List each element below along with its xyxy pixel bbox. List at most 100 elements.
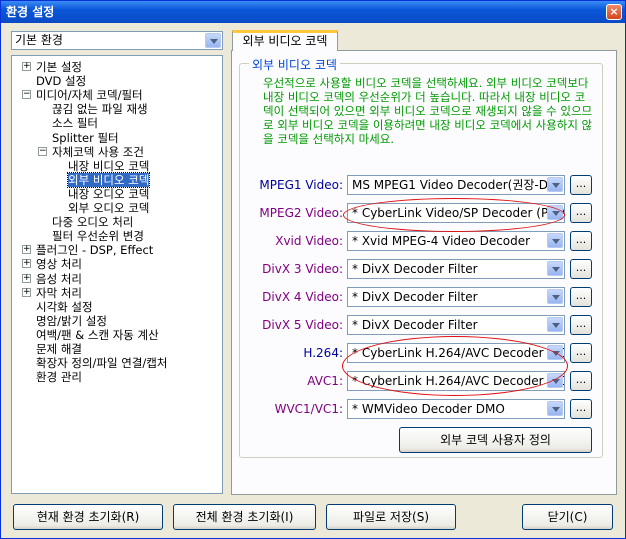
codec-browse-button[interactable]: ... (570, 203, 592, 223)
tree-item-label: Splitter 필터 (52, 130, 119, 145)
codec-browse-button[interactable]: ... (570, 175, 592, 195)
tree-item[interactable]: + 자막 처리 (22, 285, 82, 300)
tree-item-label: 자막 처리 (36, 285, 82, 300)
codec-browse-button[interactable]: ... (570, 259, 592, 279)
tree-item-label: 끊김 없는 파일 재생 (52, 102, 148, 117)
codec-select[interactable]: * Xvid MPEG-4 Video Decoder (347, 231, 565, 251)
codec-select-value: * WMVideo Decoder DMO (352, 402, 505, 416)
tree-item-label: 시각화 설정 (36, 299, 93, 314)
tree-item[interactable]: Splitter 필터 (52, 131, 119, 145)
tree-item-label: 음성 처리 (36, 271, 82, 286)
expand-icon[interactable]: + (22, 62, 31, 71)
codec-select-value: * Xvid MPEG-4 Video Decoder (352, 234, 531, 248)
red-highlight-ellipse (342, 336, 568, 396)
collapse-icon[interactable]: − (38, 146, 47, 156)
reset-all-button[interactable]: 전체 환경 초기화(I) (173, 504, 316, 530)
codec-label: DivX 5 Video: (262, 318, 343, 332)
title-bar: 환경 설정 × (1, 1, 625, 23)
codec-browse-button[interactable]: ... (570, 371, 592, 391)
codec-select-value: * DivX Decoder Filter (352, 290, 478, 304)
codec-select-value: * DivX Decoder Filter (352, 262, 478, 276)
tree-item-label: 미디어/자체 코덱/필터 (36, 88, 143, 103)
codec-label: MPEG1 Video: (259, 178, 343, 192)
tree-item-label: 외부 오디오 코덱 (68, 201, 150, 215)
tree-item[interactable]: 필터 우선순위 변경 (52, 229, 144, 243)
chevron-down-icon[interactable] (547, 261, 563, 276)
tree-item[interactable]: 시각화 설정 (36, 300, 93, 314)
tree-item[interactable]: + 플러그인 - DSP, Effect (22, 243, 154, 258)
tree-item[interactable]: + 음성 처리 (22, 271, 82, 286)
tree-item-label: DVD 설정 (36, 74, 87, 89)
category-combo-value: 기본 환경 (15, 33, 63, 47)
tree-item-label: 플러그인 - DSP, Effect (36, 243, 154, 258)
codec-browse-button[interactable]: ... (570, 343, 592, 363)
tree-item[interactable]: − 자체코덱 사용 조건 (38, 144, 144, 159)
tree-item-label: 소스 필터 (52, 116, 98, 131)
tree-item[interactable]: 내장 오디오 코덱 (68, 187, 149, 201)
tree-item-label: 여백/팬 & 스캔 자동 계산 (36, 327, 159, 342)
tree-item[interactable]: 다중 오디오 처리 (52, 215, 133, 229)
chevron-down-icon[interactable] (547, 401, 563, 416)
codec-label: Xvid Video: (275, 234, 343, 248)
tree-item[interactable]: − 미디어/자체 코덱/필터 (22, 88, 143, 103)
close-button[interactable]: 닫기(C) (522, 504, 613, 530)
chevron-down-icon[interactable] (547, 317, 563, 332)
expand-icon[interactable]: + (22, 287, 31, 297)
codec-label: DivX 3 Video: (262, 262, 343, 276)
tree-item[interactable]: DVD 설정 (36, 74, 86, 88)
collapse-icon[interactable]: − (22, 90, 31, 100)
codec-browse-button[interactable]: ... (570, 287, 592, 307)
expand-icon[interactable]: + (22, 273, 31, 283)
tree-item[interactable]: 외부 비디오 코덱 (66, 171, 151, 188)
tree-item-label: 외부 비디오 코덱 (66, 171, 151, 188)
codec-select[interactable]: * DivX Decoder Filter (347, 287, 565, 307)
tree-item-label: 자체코덱 사용 조건 (52, 144, 144, 159)
chevron-down-icon[interactable] (547, 177, 563, 192)
expand-icon[interactable]: + (22, 245, 31, 255)
codec-select-value: MS MPEG1 Video Decoder(권장-DirectShow) (352, 178, 564, 192)
chevron-down-icon[interactable] (205, 33, 221, 48)
chevron-down-icon[interactable] (547, 233, 563, 248)
codec-label: AVC1: (307, 374, 343, 388)
save-to-file-button[interactable]: 파일로 저장(S) (326, 504, 456, 530)
window-title: 환경 설정 (6, 5, 55, 19)
tree-item[interactable]: 끊김 없는 파일 재생 (52, 102, 148, 116)
expand-icon[interactable]: + (22, 259, 31, 269)
codec-select[interactable]: * WMVideo Decoder DMO (347, 399, 565, 419)
codec-select[interactable]: * DivX Decoder Filter (347, 315, 565, 335)
tree-item[interactable]: 확장자 정의/파일 연결/캡처 (36, 356, 167, 370)
settings-window: 환경 설정 × 기본 환경 + 기본 설정 DVD 설정 − 미디어/자체 코덱/필터 끊… (0, 0, 626, 539)
tree-item-label: 명암/밝기 설정 (36, 313, 108, 328)
tree-item[interactable]: + 기본 설정 (22, 60, 82, 74)
codec-label: MPEG2 Video: (259, 206, 343, 220)
tree-item[interactable]: 문제 해결 (36, 342, 82, 356)
codec-browse-button[interactable]: ... (570, 315, 592, 335)
tree-item[interactable]: 내장 비디오 코덱 (68, 159, 149, 173)
tree-item-label: 영상 처리 (36, 257, 82, 272)
codec-label: WVC1/VC1: (274, 402, 343, 416)
tree-item-label: 환경 관리 (36, 370, 82, 385)
tree-item-label: 다중 오디오 처리 (52, 215, 134, 230)
chevron-down-icon[interactable] (547, 289, 563, 304)
tree-item[interactable]: 명암/밝기 설정 (36, 314, 107, 328)
codec-browse-button[interactable]: ... (570, 399, 592, 419)
tree-item[interactable]: 여백/팬 & 스캔 자동 계산 (36, 328, 159, 342)
tree-item[interactable]: + 영상 처리 (22, 257, 82, 272)
group-description: 우선적으로 사용할 비디오 코덱을 선택하세요. 외부 비디오 코덱보다 내장 … (263, 76, 593, 146)
reset-current-button[interactable]: 현재 환경 초기화(R) (13, 504, 163, 530)
settings-tree[interactable]: + 기본 설정 DVD 설정 − 미디어/자체 코덱/필터 끊김 없는 파일 재생 소스 필… (11, 55, 223, 494)
codec-select-value: * DivX Decoder Filter (352, 318, 478, 332)
tree-item-label: 확장자 정의/파일 연결/캡처 (36, 356, 168, 371)
tree-item[interactable]: 환경 관리 (36, 370, 82, 384)
codec-browse-button[interactable]: ... (570, 231, 592, 251)
user-defined-codec-button[interactable]: 외부 코덱 사용자 정의 (399, 427, 592, 453)
close-icon[interactable]: × (606, 4, 622, 20)
tree-item[interactable]: 외부 오디오 코덱 (68, 201, 149, 215)
codec-select[interactable]: * DivX Decoder Filter (347, 259, 565, 279)
tree-item[interactable]: 소스 필터 (52, 116, 98, 130)
codec-select[interactable]: MS MPEG1 Video Decoder(권장-DirectShow) (347, 175, 565, 195)
tab-external-video-codec[interactable]: 외부 비디오 코덱 (232, 30, 338, 51)
red-highlight-ellipse (343, 198, 565, 232)
tree-item-label: 내장 비디오 코덱 (68, 158, 150, 173)
category-combo[interactable]: 기본 환경 (11, 31, 223, 50)
